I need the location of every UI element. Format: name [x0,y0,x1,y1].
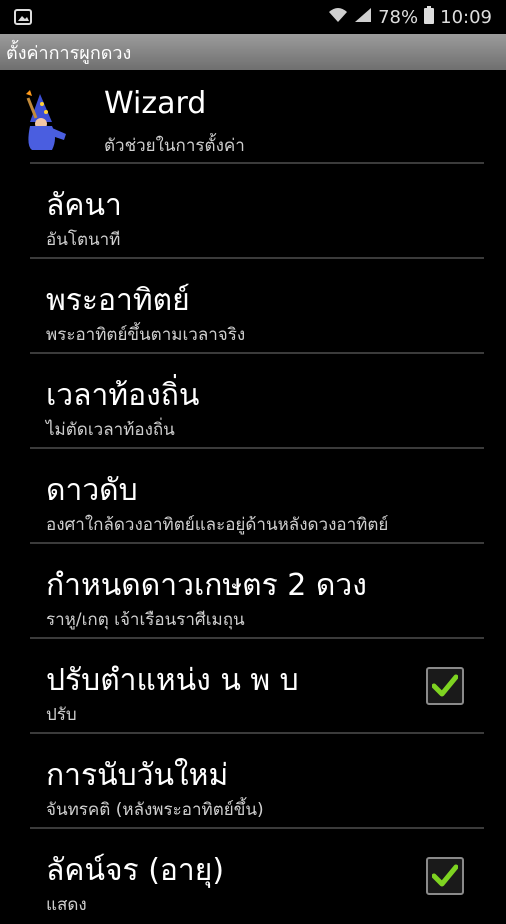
signal-icon [354,7,372,28]
clock: 10:09 [440,6,492,28]
setting-title: เวลาท้องถิ่น [46,378,200,413]
setting-local-time[interactable]: เวลาท้องถิ่น ไม่ตัดเวลาท้องถิ่น [0,354,506,449]
setting-combust-planet[interactable]: ดาวดับ องศาใกล้ดวงอาทิตย์และอยู่ด้านหลัง… [0,449,506,544]
status-bar: 78% 10:09 [0,0,506,34]
title-bar: ตั้งค่าการผูกดวง [0,34,506,70]
setting-sun[interactable]: พระอาทิตย์ พระอาทิตย์ขึ้นตามเวลาจริง [0,259,506,354]
setting-title: ลัคนา [46,188,122,223]
setting-subtitle: แสดง [46,895,87,915]
setting-title: กำหนดดาวเกษตร 2 ดวง [46,568,367,603]
setting-subtitle: ไม่ตัดเวลาท้องถิ่น [46,420,175,440]
setting-wizard[interactable]: Wizard ตัวช่วยในการตั้งค่า [0,70,506,164]
setting-subtitle: ตัวช่วยในการตั้งค่า [104,136,245,156]
setting-title: การนับวันใหม่ [46,758,229,793]
adjust-position-checkbox[interactable] [426,667,464,705]
gallery-notification-icon [14,9,32,29]
page-title: ตั้งค่าการผูกดวง [6,42,132,64]
setting-dual-rulers[interactable]: กำหนดดาวเกษตร 2 ดวง ราหู/เกตุ เจ้าเรือนร… [0,544,506,639]
check-icon [432,864,458,887]
settings-list: Wizard ตัวช่วยในการตั้งค่า ลัคนา อันโตนา… [0,70,506,924]
wifi-icon [328,7,348,28]
setting-subtitle: ราหู/เกตุ เจ้าเรือนราศีเมถุน [46,610,245,630]
setting-adjust-position[interactable]: ปรับตำแหน่ง น พ บ ปรับ [0,639,506,734]
setting-subtitle: อันโตนาที [46,230,121,250]
setting-title: ลัคน์จร (อายุ) [46,853,225,888]
setting-ascendant[interactable]: ลัคนา อันโตนาที [0,164,506,259]
battery-icon [424,5,435,29]
setting-title: ปรับตำแหน่ง น พ บ [46,663,299,698]
battery-percent: 78% [378,6,419,28]
setting-title: ดาวดับ [46,473,138,508]
setting-transit-ascendant[interactable]: ลัคน์จร (อายุ) แสดง [0,829,506,924]
setting-title: Wizard [104,86,207,121]
wizard-icon [22,88,78,152]
setting-subtitle: พระอาทิตย์ขึ้นตามเวลาจริง [46,325,246,345]
setting-new-day-count[interactable]: การนับวันใหม่ จันทรคติ (หลังพระอาทิตย์ขึ… [0,734,506,829]
transit-ascendant-checkbox[interactable] [426,857,464,895]
check-icon [432,674,458,697]
setting-subtitle: องศาใกล้ดวงอาทิตย์และอยู่ด้านหลังดวงอาทิ… [46,515,389,535]
setting-subtitle: ปรับ [46,705,77,725]
setting-title: พระอาทิตย์ [46,283,190,318]
setting-subtitle: จันทรคติ (หลังพระอาทิตย์ขึ้น) [46,800,264,820]
